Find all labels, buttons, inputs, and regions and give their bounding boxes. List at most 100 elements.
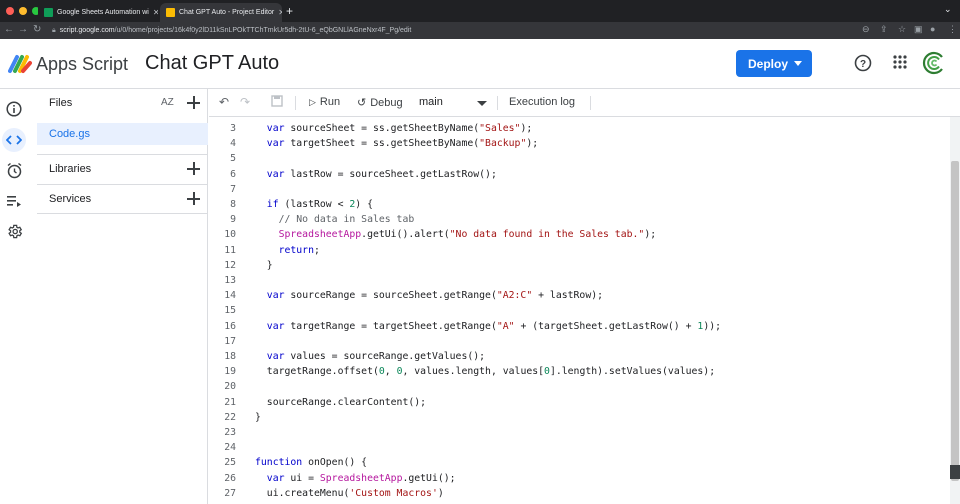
function-select[interactable]: main	[419, 89, 501, 117]
close-window-button[interactable]	[6, 7, 14, 15]
code-line[interactable]: 13	[209, 275, 950, 290]
left-nav-rail	[0, 89, 28, 504]
code-line[interactable]: 8 if (lastRow < 2) {	[209, 199, 950, 214]
minimize-window-button[interactable]	[19, 7, 27, 15]
new-tab-icon[interactable]: +	[286, 4, 293, 18]
code-line[interactable]: 24	[209, 442, 950, 457]
code-line[interactable]: 23	[209, 427, 950, 442]
add-library-plus-icon[interactable]	[187, 162, 200, 175]
browser-menu-icon[interactable]: ⋮	[948, 24, 957, 35]
tab-close-icon[interactable]: ✕	[274, 8, 282, 17]
debug-icon: ↺	[357, 97, 367, 109]
line-number: 26	[224, 472, 236, 484]
line-number: 16	[224, 320, 236, 332]
reload-icon[interactable]: ↻	[33, 24, 41, 35]
browser-tab-project-editor[interactable]: Chat GPT Auto - Project Editor ✕	[160, 3, 282, 22]
code-line[interactable]: 22}	[209, 412, 950, 427]
chevron-down-icon	[477, 101, 487, 106]
browser-tab-sheets-automation[interactable]: Google Sheets Automation wi ✕	[38, 3, 158, 22]
deploy-button[interactable]: Deploy	[736, 50, 812, 77]
line-number: 22	[224, 411, 236, 423]
code-line[interactable]: 5	[209, 153, 950, 168]
profile-icon[interactable]: ●	[930, 24, 935, 34]
services-section[interactable]: Services	[37, 184, 208, 214]
sidepanel-icon[interactable]: ▣	[914, 24, 923, 35]
code-line[interactable]: 27 ui.createMenu('Custom Macros')	[209, 488, 950, 503]
apps-grid-icon[interactable]	[892, 54, 908, 70]
code-line[interactable]: 12 }	[209, 260, 950, 275]
code-line[interactable]: 3 var sourceSheet = ss.getSheetByName("S…	[209, 123, 950, 138]
code-line[interactable]: 17	[209, 336, 950, 351]
code-text: return;	[278, 244, 320, 256]
debug-label: Debug	[370, 96, 403, 109]
line-number: 17	[224, 335, 236, 347]
code-text: var sourceSheet = ss.getSheetByName("Sal…	[266, 123, 533, 134]
code-line[interactable]: 9 // No data in Sales tab	[209, 214, 950, 229]
save-icon[interactable]	[271, 95, 283, 110]
debug-button[interactable]: ↺ Debug	[357, 96, 403, 110]
url-path: /u/0/home/projects/16k4f0y2lD11kSnLPOkTT…	[114, 27, 412, 34]
code-text: var lastRow = sourceSheet.getLastRow();	[266, 168, 497, 180]
sort-az-icon[interactable]: AZ	[161, 97, 174, 108]
add-file-plus-icon[interactable]	[187, 96, 200, 109]
code-line[interactable]: 20	[209, 381, 950, 396]
share-icon[interactable]: ⇪	[880, 24, 888, 35]
overview-info-icon[interactable]	[5, 100, 23, 118]
window-controls	[6, 7, 40, 15]
code-line[interactable]: 26 var ui = SpreadsheetApp.getUi();	[209, 473, 950, 488]
account-avatar-icon[interactable]	[922, 51, 946, 75]
svg-text:?: ?	[860, 59, 866, 70]
editor-scrollbar[interactable]	[950, 117, 960, 504]
browser-address-bar: ← → ↻ 🔒︎ script.google.com/u/0/home/proj…	[0, 22, 960, 39]
scrollbar-thumb[interactable]	[951, 161, 959, 481]
back-arrow-icon[interactable]: ←	[4, 24, 14, 35]
forward-arrow-icon[interactable]: →	[18, 24, 28, 35]
tab-title: Google Sheets Automation wi	[57, 9, 149, 16]
lock-icon: 🔒︎	[52, 26, 56, 34]
code-line[interactable]: 10 SpreadsheetApp.getUi().alert("No data…	[209, 229, 950, 244]
run-button[interactable]: ▷ Run	[309, 96, 340, 108]
execution-log-button[interactable]: Execution log	[509, 96, 575, 108]
line-number: 21	[224, 396, 236, 408]
code-line[interactable]: 25 function onOpen() {	[209, 457, 950, 472]
code-line[interactable]: 18 var values = sourceRange.getValues();	[209, 351, 950, 366]
line-number: 18	[224, 351, 236, 362]
line-number: 13	[224, 275, 236, 286]
code-text: // No data in Sales tab	[278, 214, 415, 226]
zoom-icon[interactable]: ⊖	[862, 24, 870, 35]
tab-close-icon[interactable]: ✕	[149, 8, 158, 17]
executions-list-icon[interactable]	[5, 192, 23, 210]
help-icon[interactable]: ?	[854, 54, 872, 72]
code-editor[interactable]: 3 var sourceSheet = ss.getSheetByName("S…	[209, 117, 950, 504]
code-line[interactable]: 21 sourceRange.clearContent();	[209, 397, 950, 412]
triggers-alarm-icon[interactable]	[5, 161, 23, 179]
undo-icon[interactable]: ↶	[219, 95, 229, 109]
url-field[interactable]: 🔒︎ script.google.com/u/0/home/projects/1…	[52, 24, 852, 37]
project-title[interactable]: Chat GPT Auto	[145, 52, 279, 75]
code-line[interactable]: 4 var targetSheet = ss.getSheetByName("B…	[209, 138, 950, 153]
bookmark-star-icon[interactable]: ☆	[898, 24, 906, 35]
code-line[interactable]: 11 return;	[209, 245, 950, 260]
services-label: Services	[49, 193, 92, 205]
code-text: function onOpen() {	[255, 457, 368, 469]
code-line[interactable]: 7	[209, 184, 950, 199]
add-service-plus-icon[interactable]	[187, 192, 200, 205]
editor-code-icon[interactable]	[2, 128, 26, 152]
code-text: ui.createMenu('Custom Macros')	[255, 487, 444, 499]
sheets-favicon-icon	[44, 8, 53, 17]
file-item-code-gs[interactable]: Code.gs	[37, 123, 208, 145]
settings-gear-icon[interactable]	[5, 222, 23, 240]
code-text: var sourceRange = sourceSheet.getRange("…	[266, 290, 604, 302]
code-text: }	[255, 411, 261, 423]
libraries-section[interactable]: Libraries	[37, 154, 208, 184]
redo-icon[interactable]: ↷	[240, 95, 250, 109]
code-line[interactable]: 14 var sourceRange = sourceSheet.getRang…	[209, 290, 950, 305]
code-line[interactable]: 16 var targetRange = targetSheet.getRang…	[209, 321, 950, 336]
code-text: var values = sourceRange.getValues();	[266, 351, 486, 362]
scrollbar-cursor-marker	[950, 465, 960, 479]
code-line[interactable]: 15	[209, 305, 950, 320]
code-line[interactable]: 6 var lastRow = sourceSheet.getLastRow()…	[209, 169, 950, 184]
tab-search-chevron-icon[interactable]: ⌄	[944, 4, 952, 15]
code-line[interactable]: 19 targetRange.offset(0, 0, values.lengt…	[209, 366, 950, 381]
line-number: 23	[224, 427, 236, 438]
